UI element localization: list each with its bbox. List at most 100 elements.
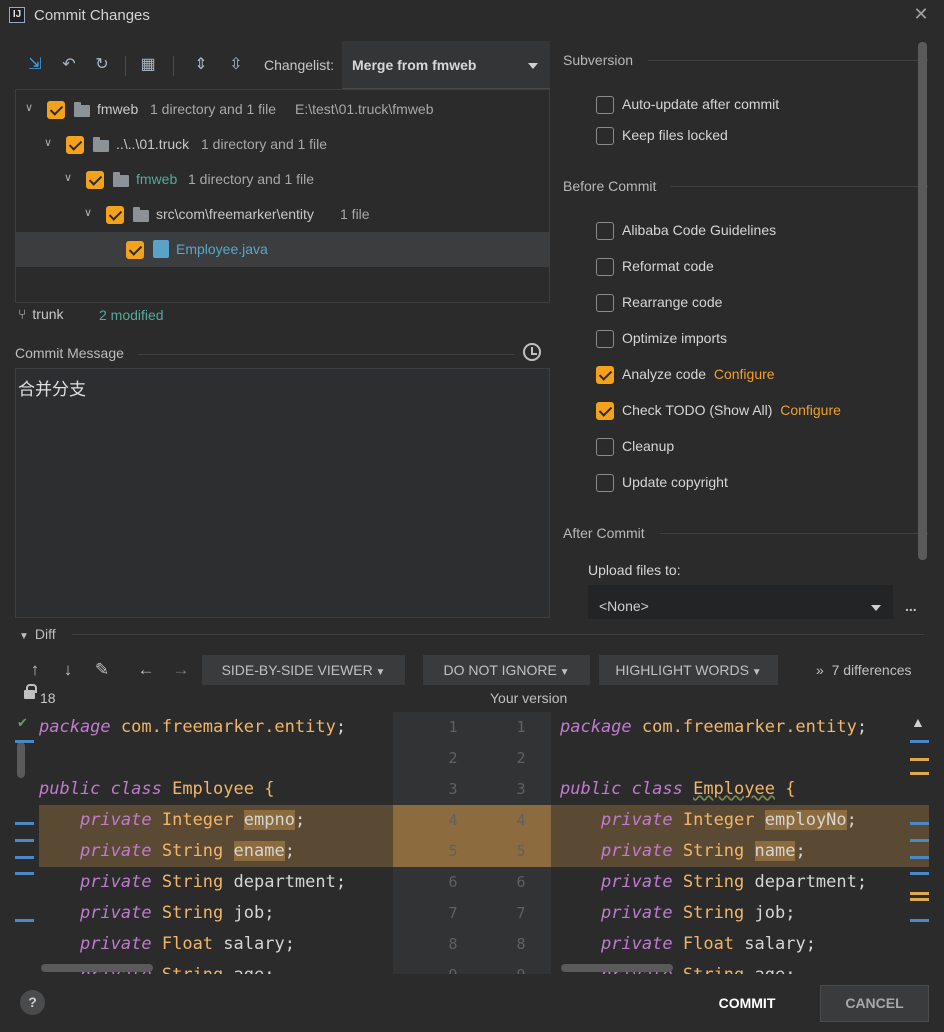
- option-label: Keep files locked: [622, 127, 728, 143]
- collapse-all-icon[interactable]: ⇳: [225, 54, 247, 76]
- toolbar-separator: [173, 56, 174, 76]
- edit-source-icon[interactable]: ✎: [91, 659, 113, 681]
- line-number: 3: [516, 780, 526, 798]
- change-marker: [15, 856, 34, 859]
- ignore-whitespace-dropdown[interactable]: DO NOT IGNORE ▼: [423, 655, 590, 685]
- highlight-words-dropdown[interactable]: HIGHLIGHT WORDS ▼: [599, 655, 778, 685]
- option-label: Check TODO (Show All): [622, 402, 773, 418]
- diff-left-pane[interactable]: package com.freemarker.entity; public cl…: [15, 712, 393, 974]
- chevron-down-icon[interactable]: ∨: [23, 102, 35, 114]
- tree-checkbox[interactable]: [126, 241, 144, 259]
- option-label: Alibaba Code Guidelines: [622, 222, 777, 238]
- next-diff-icon[interactable]: ↓: [57, 659, 79, 681]
- lock-icon[interactable]: [24, 684, 37, 699]
- chevron-down-icon[interactable]: ∨: [82, 207, 94, 219]
- change-marker: [15, 839, 34, 842]
- left-scrollbar[interactable]: [17, 742, 25, 778]
- checkbox[interactable]: [596, 127, 614, 145]
- options-scrollbar[interactable]: [918, 42, 927, 560]
- checkbox[interactable]: [596, 294, 614, 312]
- checkbox-checked[interactable]: [596, 402, 614, 420]
- tree-row[interactable]: ∨ ..\..\01.truck 1 directory and 1 file: [16, 127, 549, 162]
- code-line: package com.freemarker.entity;: [560, 717, 868, 737]
- toolbar-separator: [125, 56, 126, 76]
- next-file-icon[interactable]: →: [170, 659, 192, 681]
- warning-marker: [910, 758, 929, 761]
- tree-checkbox[interactable]: [86, 171, 104, 189]
- code-line: public class Employee {: [560, 779, 796, 799]
- change-marker: [910, 872, 929, 875]
- close-icon[interactable]: ✕: [912, 4, 930, 26]
- help-button[interactable]: ?: [20, 990, 45, 1015]
- ignore-label: DO NOT IGNORE: [443, 662, 557, 678]
- viewer-mode-dropdown[interactable]: SIDE-BY-SIDE VIEWER ▼: [202, 655, 405, 685]
- change-marker: [910, 822, 929, 825]
- browse-button[interactable]: ...: [905, 598, 917, 614]
- tree-row[interactable]: ∨ fmweb 1 directory and 1 file E:\test\0…: [16, 92, 549, 127]
- divider: [72, 634, 924, 635]
- line-number: 8: [448, 935, 458, 953]
- tree-checkbox[interactable]: [47, 101, 65, 119]
- checkbox[interactable]: [596, 222, 614, 240]
- section-heading: Before Commit: [563, 178, 657, 194]
- left-hscrollbar[interactable]: [41, 964, 153, 972]
- changes-tree[interactable]: ∨ fmweb 1 directory and 1 file E:\test\0…: [15, 89, 550, 303]
- chevron-down-icon[interactable]: ∨: [62, 172, 74, 184]
- module-folder-icon: [74, 102, 90, 117]
- commit-button[interactable]: COMMIT: [697, 986, 797, 1020]
- configure-link[interactable]: Configure: [714, 366, 775, 382]
- tree-row[interactable]: ∨ fmweb 1 directory and 1 file: [16, 162, 549, 197]
- checkbox[interactable]: [596, 438, 614, 456]
- checkbox[interactable]: [596, 474, 614, 492]
- tree-checkbox[interactable]: [66, 136, 84, 154]
- line-number: 6: [448, 873, 458, 891]
- diff-right-pane[interactable]: package com.freemarker.entity; public cl…: [551, 712, 929, 974]
- warning-marker: [910, 892, 929, 895]
- checkbox[interactable]: [596, 96, 614, 114]
- intellij-logo-icon: IJ: [9, 7, 25, 23]
- option-label: Cleanup: [622, 438, 675, 454]
- commit-message-textarea[interactable]: 合并分支: [15, 368, 550, 618]
- divider: [138, 354, 515, 355]
- highlight-label: HIGHLIGHT WORDS: [615, 662, 749, 678]
- line-number: 8: [516, 935, 526, 953]
- group-by-icon[interactable]: ▦: [137, 54, 159, 76]
- refresh-icon[interactable]: ↻: [91, 54, 113, 76]
- right-hscrollbar[interactable]: [561, 964, 673, 972]
- configure-link[interactable]: Configure: [780, 402, 841, 418]
- checkbox[interactable]: [596, 258, 614, 276]
- change-marker: [910, 740, 929, 743]
- changelist-dropdown[interactable]: Merge from fmweb: [342, 41, 550, 89]
- more-actions-icon[interactable]: »: [816, 662, 824, 678]
- chevron-down-icon: [871, 605, 881, 611]
- tree-item-name: src\com\freemarker\entity: [156, 206, 314, 222]
- diff-editor[interactable]: package com.freemarker.entity; public cl…: [15, 712, 929, 974]
- code-line: private String department;: [600, 872, 868, 892]
- rollback-icon[interactable]: ↶: [58, 54, 80, 76]
- branch-label: ⑂ trunk: [18, 306, 64, 322]
- modified-count-link[interactable]: 2 modified: [99, 307, 164, 323]
- option-label: Update copyright: [622, 474, 728, 490]
- diff-toggle[interactable]: ▼ Diff: [19, 626, 56, 642]
- warning-icon[interactable]: ▲: [911, 714, 925, 730]
- checkbox[interactable]: [596, 330, 614, 348]
- tree-row[interactable]: ∨ src\com\freemarker\entity 1 file: [16, 197, 549, 232]
- previous-file-icon[interactable]: ←: [135, 659, 157, 681]
- show-diff-icon[interactable]: ⇲: [24, 54, 46, 76]
- upload-target-dropdown[interactable]: <None>: [588, 585, 893, 619]
- dialog-title: Commit Changes: [34, 7, 150, 24]
- cancel-button[interactable]: CANCEL: [820, 985, 929, 1022]
- tree-row-selected[interactable]: Employee.java: [16, 232, 549, 267]
- code-line: private String department;: [79, 872, 347, 892]
- chevron-down-icon[interactable]: ∨: [42, 137, 54, 149]
- change-marker: [15, 740, 34, 743]
- expand-all-icon[interactable]: ⇕: [190, 54, 212, 76]
- branch-icon: ⑂: [18, 306, 27, 322]
- previous-diff-icon[interactable]: ↑: [24, 659, 46, 681]
- chevron-down-icon: [528, 63, 538, 69]
- checkbox-checked[interactable]: [596, 366, 614, 384]
- divider: [648, 60, 928, 61]
- tree-item-name: Employee.java: [176, 241, 268, 257]
- tree-checkbox[interactable]: [106, 206, 124, 224]
- history-clock-icon[interactable]: [523, 343, 541, 361]
